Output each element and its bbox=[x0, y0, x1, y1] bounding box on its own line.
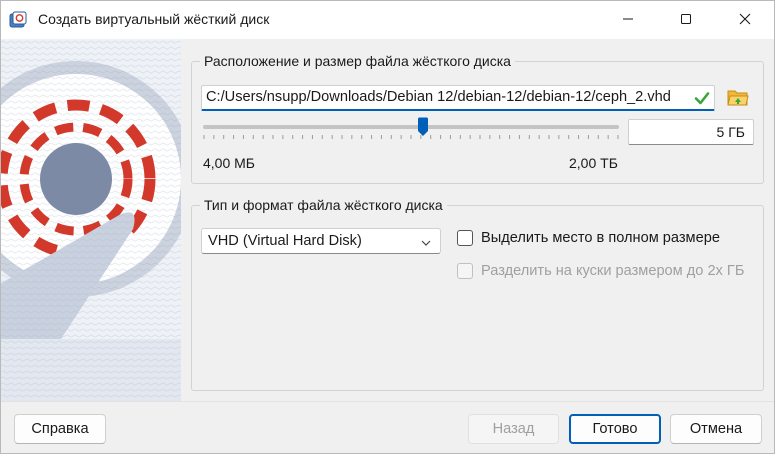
preallocate-label: Выделить место в полном размере bbox=[481, 230, 720, 246]
virtualbox-disk-icon bbox=[9, 11, 27, 29]
title-bar[interactable]: Создать виртуальный жёсткий диск bbox=[1, 1, 774, 39]
close-button[interactable] bbox=[722, 1, 768, 39]
window-title: Создать виртуальный жёсткий диск bbox=[38, 11, 270, 27]
preallocate-checkbox[interactable]: Выделить место в полном размере bbox=[457, 230, 720, 246]
disk-size-slider[interactable] bbox=[201, 117, 621, 143]
wizard-side-artwork bbox=[1, 39, 181, 401]
file-path-value: C:/Users/nsupp/Downloads/Debian 12/debia… bbox=[206, 89, 671, 105]
size-range-max: 2,00 ТБ bbox=[569, 155, 618, 171]
chevron-down-icon bbox=[420, 236, 432, 248]
disk-size-input[interactable]: 5 ГБ bbox=[628, 119, 754, 145]
dialog-window: Создать виртуальный жёсткий диск Располо… bbox=[0, 0, 775, 454]
cancel-button[interactable]: Отмена bbox=[670, 414, 762, 444]
minimize-icon bbox=[622, 12, 634, 28]
split-checkbox[interactable]: Разделить на куски размером до 2х ГБ bbox=[457, 263, 744, 279]
wizard-content: Расположение и размер файла жёсткого дис… bbox=[181, 39, 774, 401]
disk-size-value: 5 ГБ bbox=[716, 124, 745, 140]
checkmark-icon bbox=[694, 90, 710, 106]
choose-file-button[interactable] bbox=[725, 85, 751, 111]
finish-button[interactable]: Готово bbox=[569, 414, 661, 444]
dialog-footer: Справка Назад Готово Отмена bbox=[1, 401, 774, 453]
size-range-min: 4,00 МБ bbox=[203, 155, 255, 171]
close-icon bbox=[739, 12, 751, 28]
disk-format-select[interactable]: VHD (Virtual Hard Disk) bbox=[201, 228, 441, 254]
folder-open-icon bbox=[727, 87, 749, 110]
format-group-title: Тип и формат файла жёсткого диска bbox=[200, 197, 447, 213]
slider-ticks bbox=[203, 135, 619, 139]
file-path-input[interactable]: C:/Users/nsupp/Downloads/Debian 12/debia… bbox=[201, 85, 715, 111]
minimize-button[interactable] bbox=[605, 1, 651, 39]
split-label: Разделить на куски размером до 2х ГБ bbox=[481, 263, 745, 279]
location-group-title: Расположение и размер файла жёсткого дис… bbox=[200, 53, 515, 69]
slider-track bbox=[203, 125, 619, 129]
disk-format-selected: VHD (Virtual Hard Disk) bbox=[208, 233, 362, 249]
help-button[interactable]: Справка bbox=[14, 414, 106, 444]
back-button[interactable]: Назад bbox=[468, 414, 559, 444]
slider-thumb[interactable] bbox=[417, 117, 429, 137]
maximize-icon bbox=[680, 12, 692, 28]
preallocate-checkbox-box[interactable] bbox=[457, 230, 473, 246]
maximize-button[interactable] bbox=[663, 1, 709, 39]
split-checkbox-box[interactable] bbox=[457, 263, 473, 279]
